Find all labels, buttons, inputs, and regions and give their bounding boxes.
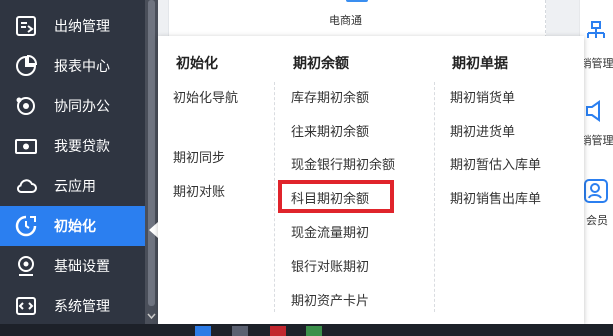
ecommerce-icon: [346, 0, 368, 2]
highlight-box: [278, 180, 394, 213]
taskbar-app-icon[interactable]: [232, 326, 248, 336]
cashier-icon: [16, 16, 36, 36]
settings-icon: [18, 256, 34, 276]
scroll-down-icon[interactable]: [146, 310, 157, 322]
column-divider: [274, 82, 275, 312]
taskbar-app-icon[interactable]: [306, 326, 322, 336]
menu-item-cashflow-opening[interactable]: 现金流量期初: [291, 222, 369, 241]
sidebar-item-label: 协同办公: [54, 99, 110, 115]
sidebar-item-label: 初始化: [54, 219, 96, 235]
sidebar-item-system[interactable]: 系统管理: [0, 286, 145, 326]
column-title-opening-docs: 期初单据: [452, 56, 508, 72]
taskbar-app-icon[interactable]: [270, 326, 286, 336]
right-app-label[interactable]: 销管理: [580, 132, 613, 148]
taskbar-app-icon[interactable]: [195, 326, 211, 336]
sidebar-item-label: 出纳管理: [54, 19, 110, 35]
code-icon: [16, 297, 36, 315]
sidebar-item-cloud[interactable]: 云应用: [0, 166, 145, 206]
column-divider: [434, 82, 435, 312]
org-chart-icon: [587, 21, 605, 38]
menu-item-opening-reconcile[interactable]: 期初对账: [173, 181, 225, 200]
menu-item-opening-sales-order[interactable]: 期初销货单: [450, 87, 515, 106]
menu-item-inventory-opening[interactable]: 库存期初余额: [291, 87, 369, 106]
column-title-opening-balance: 期初余额: [293, 56, 349, 72]
sidebar-item-label: 云应用: [54, 179, 96, 195]
init-submenu: 初始化 初始化导航 期初同步 期初对账 期初余额 库存期初余额 往来期初余额 现…: [158, 36, 584, 324]
sidebar-item-settings[interactable]: 基础设置: [0, 246, 145, 286]
menu-item-cash-bank-opening[interactable]: 现金银行期初余额: [291, 154, 395, 173]
menu-item-asset-card-opening[interactable]: 期初资产卡片: [291, 290, 369, 309]
menu-item-ar-ap-opening[interactable]: 往来期初余额: [291, 121, 369, 140]
sidebar-item-label: 报表中心: [54, 59, 110, 75]
member-icon: [584, 179, 608, 203]
app-card-label: 电商通: [329, 14, 362, 27]
right-app-strip: 销管理 销管理 会员: [579, 0, 613, 336]
sidebar-item-reports[interactable]: 报表中心: [0, 46, 145, 86]
menu-item-opening-estimated-receipt[interactable]: 期初暂估入库单: [450, 154, 541, 173]
menu-item-bank-reconcile-opening[interactable]: 银行对账期初: [291, 256, 369, 275]
sidebar-item-label: 系统管理: [54, 299, 110, 315]
sidebar-item-cashier[interactable]: 出纳管理: [0, 6, 145, 46]
right-app-label[interactable]: 会员: [580, 212, 613, 228]
sidebar-item-collab[interactable]: 协同办公: [0, 86, 145, 126]
popup-caret: [149, 222, 158, 238]
menu-item-opening-sales-outbound[interactable]: 期初销售出库单: [450, 188, 541, 207]
pie-chart-icon: [16, 54, 38, 76]
collab-icon: [16, 97, 35, 115]
sidebar-scroll-thumb[interactable]: [148, 0, 155, 306]
money-icon: [15, 139, 37, 154]
menu-item-opening-sync[interactable]: 期初同步: [173, 147, 225, 166]
sidebar: 出纳管理 报表中心 协同办公 我要贷款 云应用 初始化 基础设置 系统管理: [0, 0, 145, 336]
menu-item-opening-purchase-order[interactable]: 期初进货单: [450, 121, 515, 140]
sidebar-item-init[interactable]: 初始化: [0, 206, 145, 246]
column-title-init: 初始化: [176, 56, 218, 72]
init-icon: [15, 215, 37, 237]
menu-item-init-nav[interactable]: 初始化导航: [173, 87, 238, 106]
app-card[interactable]: 电商通: [168, 0, 546, 38]
sidebar-item-loan[interactable]: 我要贷款: [0, 126, 145, 166]
sidebar-item-label: 基础设置: [54, 259, 110, 275]
cloud-icon: [16, 179, 37, 193]
right-app-label[interactable]: 销管理: [580, 55, 613, 71]
speaker-icon: [586, 100, 600, 122]
sidebar-item-label: 我要贷款: [54, 139, 110, 155]
